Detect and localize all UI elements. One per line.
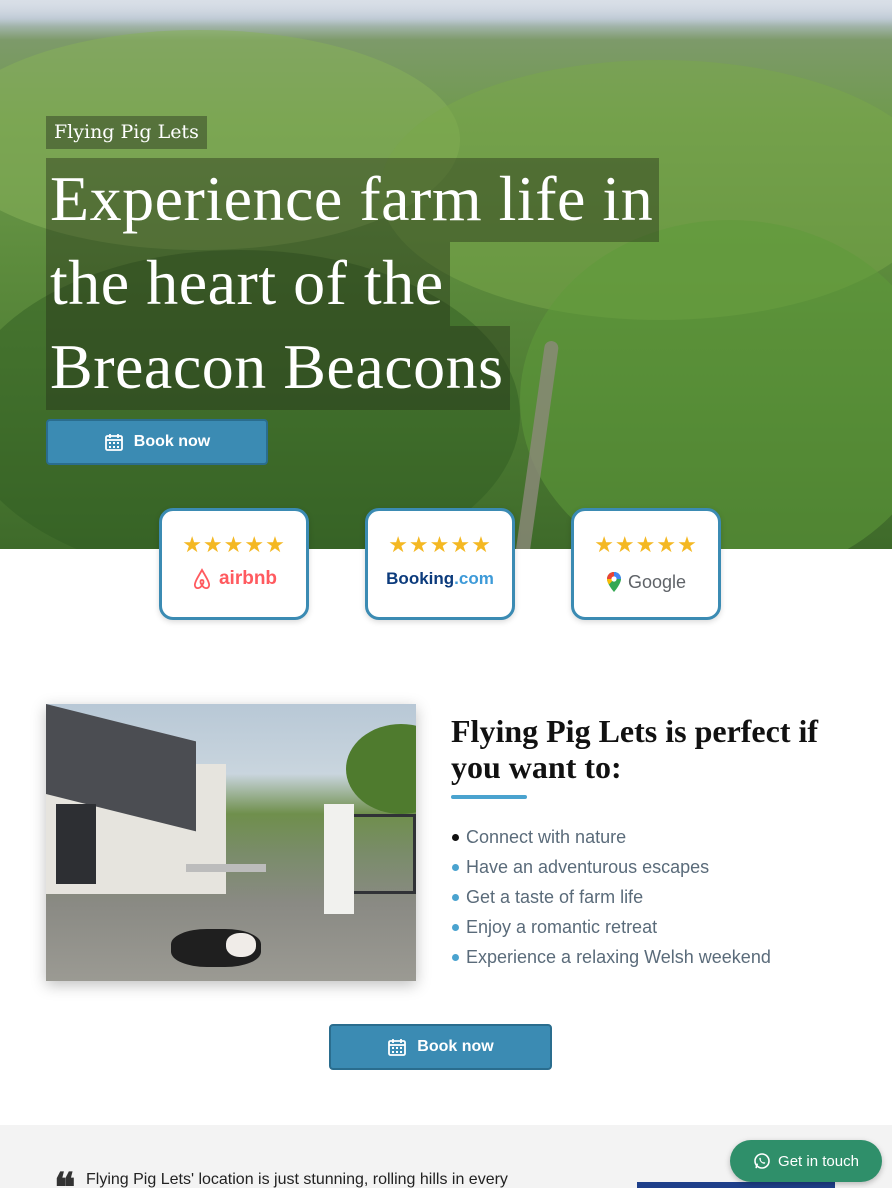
- tree-shape: [346, 724, 416, 814]
- google-review-card[interactable]: ★★★★★ Google: [571, 508, 721, 620]
- google-wordmark: Google: [627, 571, 687, 592]
- get-in-touch-label: Get in touch: [778, 1152, 859, 1170]
- google-logo: Google: [574, 571, 718, 593]
- booking-logo: Booking.com: [368, 569, 512, 589]
- list-item-text: Experience a relaxing Welsh weekend: [466, 946, 771, 967]
- book-now-label: Book now: [417, 1038, 494, 1055]
- gate-pillar: [324, 804, 354, 914]
- bullet-dot: [452, 833, 459, 841]
- bullet-dot: [452, 923, 459, 931]
- airbnb-logo: airbnb: [162, 567, 306, 591]
- headline-line: the heart of the: [46, 242, 450, 326]
- star-rating: ★★★★★: [182, 533, 286, 558]
- hero-banner: Flying Pig Lets Experience farm life in …: [0, 0, 892, 549]
- whatsapp-icon: [754, 1153, 770, 1169]
- list-item: Enjoy a romantic retreat: [451, 912, 771, 942]
- star-rating: ★★★★★: [388, 533, 492, 558]
- get-in-touch-button[interactable]: Get in touch: [730, 1140, 882, 1182]
- cottage-door: [56, 804, 96, 884]
- headline-line: Experience farm life in: [46, 158, 660, 242]
- pig-figure: [171, 929, 261, 967]
- star-rating: ★★★★★: [594, 533, 698, 558]
- airbnb-wordmark: airbnb: [218, 568, 278, 589]
- booking-wordmark: Booking: [386, 569, 455, 588]
- sky: [0, 0, 892, 26]
- heading-underline: [451, 795, 527, 799]
- book-now-button[interactable]: Book now: [329, 1024, 552, 1070]
- list-item-text: Connect with nature: [466, 826, 627, 847]
- booking-wordmark-suffix: .com: [454, 569, 494, 588]
- patio-table: [186, 864, 266, 872]
- hero-book-now-button[interactable]: Book now: [46, 419, 268, 465]
- bullet-dot: [452, 893, 459, 901]
- list-item-text: Have an adventurous escapes: [466, 856, 710, 877]
- bullet-dot: [452, 863, 459, 871]
- headline-line: Breacon Beacons: [46, 326, 510, 410]
- book-now-label: Book now: [133, 433, 211, 450]
- reasons-list: Connect with nature Have an adventurous …: [451, 822, 771, 972]
- calendar-icon: [104, 434, 123, 451]
- list-item-text: Get a taste of farm life: [466, 886, 644, 907]
- map-pin-icon: [606, 572, 621, 592]
- brand-name: Flying Pig Lets: [46, 116, 207, 149]
- list-item-text: Enjoy a romantic retreat: [466, 916, 658, 937]
- list-item: Have an adventurous escapes: [451, 852, 771, 882]
- hero-headline: Experience farm life in the heart of the…: [46, 158, 660, 410]
- list-item: Get a taste of farm life: [451, 882, 771, 912]
- bullet-dot: [452, 953, 459, 961]
- booking-review-card[interactable]: ★★★★★ Booking.com: [365, 508, 515, 620]
- perfect-if-heading: Flying Pig Lets is perfect if you want t…: [451, 713, 819, 785]
- farm-gate: [354, 814, 416, 894]
- badge-strip: [637, 1182, 835, 1188]
- testimonial-text: Flying Pig Lets' location is just stunni…: [86, 1171, 508, 1188]
- farm-cottage-photo: [46, 704, 416, 981]
- calendar-icon: [388, 1039, 407, 1056]
- airbnb-icon: [193, 568, 211, 590]
- airbnb-review-card[interactable]: ★★★★★ airbnb: [159, 508, 309, 620]
- list-item: Connect with nature: [451, 822, 771, 852]
- quote-icon: ❝: [54, 1164, 76, 1188]
- list-item: Experience a relaxing Welsh weekend: [451, 942, 771, 972]
